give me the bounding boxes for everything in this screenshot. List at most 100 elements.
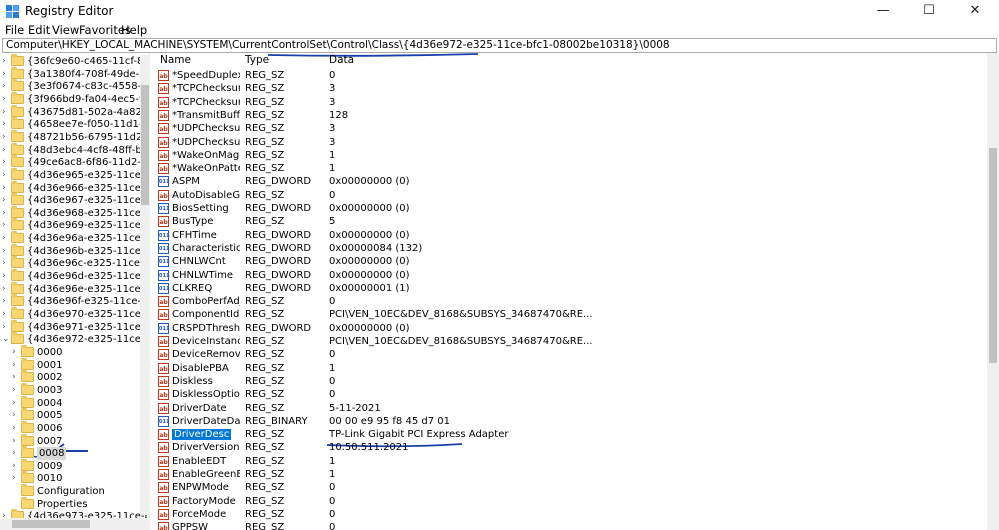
chevron-right-icon[interactable]: › bbox=[2, 118, 10, 131]
value-row[interactable]: ab ForceMode REG_SZ 0 bbox=[152, 508, 987, 521]
value-row[interactable]: abDeviceInstanceID REG_SZ PCI\VEN_10EC&DEV… bbox=[152, 335, 987, 348]
value-list[interactable]: Name Type Data ab *SpeedDuplex REG_SZ 0 ab *T… bbox=[152, 53, 987, 530]
value-row[interactable]: ab DisklessOption REG_SZ 0 bbox=[152, 388, 987, 401]
column-data-header[interactable]: Data bbox=[329, 53, 354, 67]
chevron-down-icon[interactable]: ⌄ bbox=[2, 333, 10, 346]
value-row[interactable]: 011 BiosSetting REG_DWORD 0x00000000 (0) bbox=[152, 202, 987, 215]
chevron-right-icon[interactable]: › bbox=[2, 283, 10, 296]
chevron-right-icon[interactable]: › bbox=[2, 270, 10, 283]
value-type: REG_SZ bbox=[245, 389, 285, 401]
chevron-right-icon[interactable]: › bbox=[2, 245, 10, 258]
value-row[interactable]: ab DisablePBA REG_SZ 1 bbox=[152, 362, 987, 375]
chevron-right-icon[interactable]: › bbox=[2, 232, 10, 245]
chevron-right-icon[interactable]: › bbox=[2, 295, 10, 308]
value-row[interactable]: ab *SpeedDuplex REG_SZ 0 bbox=[152, 69, 987, 82]
value-row[interactable]: abDeviceRemovable REG_SZ 0 bbox=[152, 348, 987, 361]
value-row[interactable]: 011 ASPM REG_DWORD 0x00000000 (0) bbox=[152, 175, 987, 188]
address-bar[interactable]: Computer\HKEY_LOCAL_MACHINE\SYSTEM\Curre… bbox=[2, 38, 997, 53]
tree-scroll-thumb[interactable] bbox=[141, 85, 149, 205]
value-row[interactable]: ab DriverVersion REG_SZ 10.50.511.2021 bbox=[152, 441, 987, 454]
column-type-header[interactable]: Type bbox=[245, 53, 269, 67]
chevron-right-icon[interactable]: › bbox=[12, 384, 20, 397]
value-row[interactable]: ab*WakeOnPattern REG_SZ 1 bbox=[152, 162, 987, 175]
chevron-right-icon[interactable]: › bbox=[2, 182, 10, 195]
chevron-right-icon[interactable]: › bbox=[2, 80, 10, 93]
value-data: 0x00000000 (0) bbox=[329, 229, 410, 241]
list-scroll-thumb[interactable] bbox=[989, 148, 997, 363]
chevron-right-icon[interactable]: › bbox=[12, 460, 20, 473]
value-row[interactable]: ab DriverDate REG_SZ 5-11-2021 bbox=[152, 402, 987, 415]
value-row[interactable]: 011 CFHTime REG_DWORD 0x00000000 (0) bbox=[152, 229, 987, 242]
value-row[interactable]: 011 Characteristics REG_DWORD 0x00000084 (1… bbox=[152, 242, 987, 255]
value-row[interactable]: 011DriverDateData REG_BINARY 00 00 e9 95 f… bbox=[152, 415, 987, 428]
value-row[interactable]: ab BusType REG_SZ 5 bbox=[152, 215, 987, 228]
value-row[interactable]: ab Diskless REG_SZ 0 bbox=[152, 375, 987, 388]
chevron-right-icon[interactable]: › bbox=[12, 409, 20, 422]
tree-vertical-scrollbar[interactable] bbox=[140, 55, 150, 515]
tree-node-label: {4d36e965-e325-11ce-bfc1-0800 bbox=[27, 169, 150, 181]
chevron-right-icon[interactable]: › bbox=[2, 219, 10, 232]
value-row[interactable]: ab ENPWMode REG_SZ 0 bbox=[152, 481, 987, 494]
close-button[interactable]: ✕ bbox=[952, 0, 998, 22]
menu-bar: File Edit View Favorites Help bbox=[0, 22, 999, 38]
chevron-right-icon[interactable]: › bbox=[12, 435, 20, 448]
key-tree[interactable]: › {36fc9e60-c465-11cf-8056-4445 › {3a1380f4… bbox=[0, 53, 150, 530]
minimize-button[interactable]: — bbox=[860, 0, 906, 22]
value-row[interactable]: abAutoDisableGig... REG_SZ 0 bbox=[152, 189, 987, 202]
value-row[interactable]: 011 CHNLWCnt REG_DWORD 0x00000000 (0) bbox=[152, 255, 987, 268]
address-path[interactable]: Computer\HKEY_LOCAL_MACHINE\SYSTEM\Curre… bbox=[6, 39, 670, 52]
chevron-right-icon[interactable]: › bbox=[2, 257, 10, 270]
value-type: REG_SZ bbox=[245, 149, 285, 161]
menu-help[interactable]: Help bbox=[121, 23, 147, 37]
chevron-right-icon[interactable]: › bbox=[2, 308, 10, 321]
value-row[interactable]: ab*WakeOnMagic... REG_SZ 1 bbox=[152, 149, 987, 162]
value-row[interactable]: ab*UDPChecksum... REG_SZ 3 bbox=[152, 136, 987, 149]
value-row[interactable]: ab*TCPChecksum... REG_SZ 3 bbox=[152, 96, 987, 109]
chevron-right-icon[interactable]: › bbox=[12, 397, 20, 410]
chevron-right-icon[interactable]: › bbox=[12, 447, 20, 460]
column-name-header[interactable]: Name bbox=[160, 53, 191, 67]
chevron-right-icon[interactable]: › bbox=[2, 207, 10, 220]
value-row[interactable]: ab*UDPChecksum... REG_SZ 3 bbox=[152, 122, 987, 135]
chevron-right-icon[interactable]: › bbox=[12, 371, 20, 384]
value-name-text: AutoDisableGig... bbox=[172, 189, 240, 201]
chevron-right-icon[interactable]: › bbox=[12, 422, 20, 435]
maximize-button[interactable]: ☐ bbox=[906, 0, 952, 22]
tree-horizontal-scrollbar[interactable] bbox=[0, 518, 150, 530]
chevron-right-icon[interactable]: › bbox=[2, 106, 10, 119]
menu-view[interactable]: View bbox=[52, 23, 79, 37]
chevron-right-icon[interactable]: › bbox=[12, 359, 20, 372]
chevron-right-icon[interactable]: › bbox=[2, 144, 10, 157]
value-row[interactable]: ab FactoryMode REG_SZ 0 bbox=[152, 495, 987, 508]
value-row[interactable]: ab*TransmitBuffers REG_SZ 128 bbox=[152, 109, 987, 122]
chevron-right-icon[interactable]: › bbox=[2, 194, 10, 207]
value-row[interactable]: ab EnableEDT REG_SZ 1 bbox=[152, 455, 987, 468]
string-value-icon: ab bbox=[158, 469, 169, 480]
chevron-right-icon[interactable]: › bbox=[2, 131, 10, 144]
tree-hscroll-thumb[interactable] bbox=[12, 520, 90, 528]
chevron-right-icon[interactable]: › bbox=[2, 55, 10, 68]
chevron-right-icon[interactable]: › bbox=[2, 169, 10, 182]
value-name-text: ENPWMode bbox=[172, 482, 229, 494]
chevron-right-icon[interactable]: › bbox=[2, 156, 10, 169]
menu-edit[interactable]: Edit bbox=[28, 23, 50, 37]
value-row[interactable]: 011 CHNLWTime REG_DWORD 0x00000000 (0) bbox=[152, 269, 987, 282]
tree-node-label: 0002 bbox=[37, 372, 63, 384]
chevron-right-icon[interactable]: › bbox=[12, 472, 20, 485]
value-row[interactable]: ab*TCPChecksum... REG_SZ 3 bbox=[152, 82, 987, 95]
value-row[interactable]: 011CRSPDThreshold REG_DWORD 0x00000000 (0) bbox=[152, 322, 987, 335]
menu-file[interactable]: File bbox=[5, 23, 24, 37]
value-row[interactable]: abComboPerfAdjust REG_SZ 0 bbox=[152, 295, 987, 308]
chevron-right-icon[interactable]: › bbox=[2, 68, 10, 81]
folder-icon bbox=[11, 319, 24, 332]
list-vertical-scrollbar[interactable] bbox=[987, 53, 999, 530]
value-name: BiosSetting bbox=[172, 202, 240, 215]
value-row[interactable]: 011 CLKREQ REG_DWORD 0x00000001 (1) bbox=[152, 282, 987, 295]
value-row[interactable]: ab GPPSW REG_SZ 0 bbox=[152, 521, 987, 530]
value-row[interactable]: abEnableGreenEth... REG_SZ 1 bbox=[152, 468, 987, 481]
value-row[interactable]: ab ComponentId REG_SZ PCI\VEN_10EC&DEV_8168… bbox=[152, 308, 987, 321]
chevron-right-icon[interactable]: › bbox=[2, 93, 10, 106]
value-row[interactable]: ab DriverDesc REG_SZ TP-Link Gigabit PCI Ex… bbox=[152, 428, 987, 441]
chevron-right-icon[interactable]: › bbox=[2, 321, 10, 334]
chevron-right-icon[interactable]: › bbox=[12, 346, 20, 359]
